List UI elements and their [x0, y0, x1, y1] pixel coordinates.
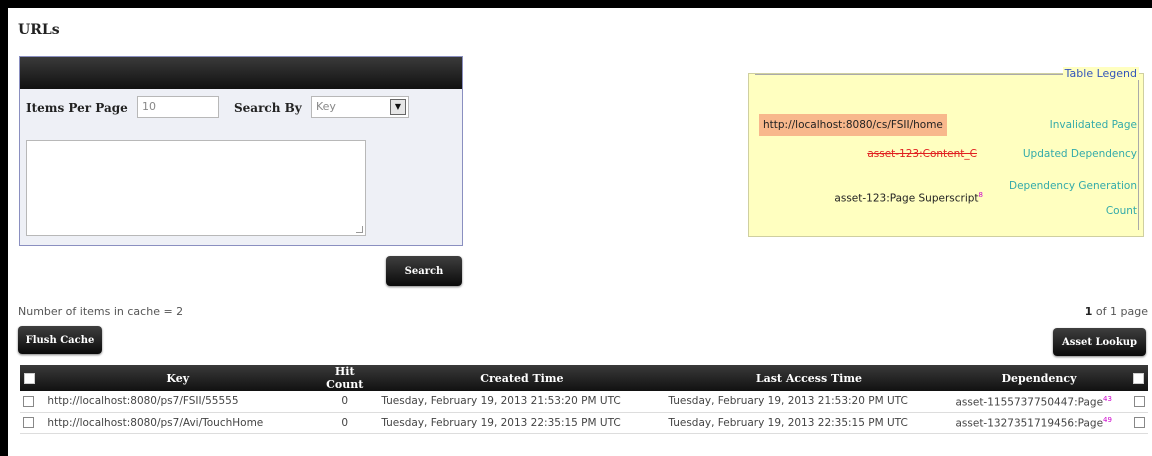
cache-panel: URLs Items Per Page 10 Search By Key ▼ S… — [8, 8, 1152, 456]
row-checkbox[interactable] — [23, 417, 34, 428]
created-cell: Tuesday, February 19, 2013 21:53:20 PM U… — [381, 395, 621, 408]
dependency-text[interactable]: asset-1155737750447:Page — [955, 396, 1103, 408]
last-access-cell: Tuesday, February 19, 2013 21:53:20 PM U… — [668, 395, 908, 408]
legend-generation-meaning-2: Count — [1105, 205, 1137, 217]
last-access-cell: Tuesday, February 19, 2013 22:35:15 PM U… — [668, 416, 908, 429]
search-by-select[interactable]: Key ▼ — [311, 96, 409, 118]
key-cell[interactable]: http://localhost:8080/ps7/Avi/TouchHome — [44, 412, 311, 433]
legend-invalidated-sample: http://localhost:8080/cs/FSII/home — [759, 114, 947, 136]
select-all-checkbox[interactable] — [24, 373, 35, 384]
row-select-right-cell — [1126, 412, 1148, 433]
row-checkbox[interactable] — [23, 395, 34, 407]
legend-generation-sample: asset-123:Page Superscript8 — [834, 191, 983, 205]
key-header[interactable]: Key — [44, 365, 311, 391]
select-all-right-checkbox[interactable] — [1133, 373, 1144, 384]
cache-table: Key Hit Count Created Time Last Access T… — [20, 365, 1148, 434]
dependency-cell: asset-1327351719456:Page49 — [952, 412, 1125, 433]
search-form-header — [20, 57, 462, 89]
resize-grip-icon[interactable] — [356, 226, 363, 233]
legend-generation-text: asset-123:Page Superscript — [834, 192, 979, 205]
table-legend: Table Legend http://localhost:8080/cs/FS… — [748, 67, 1144, 237]
dependency-cell: asset-1155737750447:Page43 — [952, 391, 1125, 412]
table-row: http://localhost:8080/ps7/FSII/55555 0 T… — [20, 391, 1148, 412]
flush-cache-button[interactable]: Flush Cache — [18, 326, 102, 354]
items-per-page-input[interactable]: 10 — [137, 96, 219, 118]
legend-title: Table Legend — [1062, 67, 1139, 80]
page-suffix: of 1 page — [1095, 305, 1148, 318]
row-select-cell — [20, 412, 44, 433]
dropdown-arrow-icon[interactable]: ▼ — [390, 99, 406, 115]
legend-updated-meaning: Updated Dependency — [1022, 148, 1137, 160]
items-per-page-label: Items Per Page — [26, 101, 128, 115]
page-title: URLs — [18, 22, 60, 38]
legend-updated-sample: asset-123:Content_C — [867, 148, 977, 160]
select-all-header — [20, 365, 44, 391]
dependency-sup: 43 — [1103, 394, 1112, 403]
row-right-checkbox[interactable] — [1134, 417, 1145, 428]
search-button[interactable]: Search — [386, 256, 462, 286]
dependency-text[interactable]: asset-1327351719456:Page — [955, 417, 1103, 429]
row-right-checkbox[interactable] — [1134, 395, 1145, 407]
dependency-sup: 49 — [1103, 415, 1112, 424]
pagination-info: 1 of 1 page — [1085, 305, 1148, 318]
legend-generation-meaning-1: Dependency Generation — [1008, 180, 1137, 192]
hit-count-header[interactable]: Hit Count — [311, 365, 378, 391]
cache-item-count: Number of items in cache = 2 — [18, 305, 184, 318]
asset-lookup-button[interactable]: Asset Lookup — [1053, 328, 1146, 356]
key-cell[interactable]: http://localhost:8080/ps7/FSII/55555 — [44, 391, 311, 412]
search-by-label: Search By — [234, 101, 302, 115]
hit-count-cell: 0 — [341, 395, 349, 408]
created-time-header[interactable]: Created Time — [378, 365, 665, 391]
search-form: Items Per Page 10 Search By Key ▼ — [19, 56, 463, 246]
dependency-header[interactable]: Dependency — [952, 365, 1125, 391]
row-select-cell — [20, 391, 44, 412]
search-by-value: Key — [316, 100, 336, 113]
select-all-right-header — [1126, 365, 1148, 391]
table-header-row: Key Hit Count Created Time Last Access T… — [20, 365, 1148, 391]
page-current: 1 — [1084, 305, 1093, 318]
legend-generation-sup: 8 — [978, 191, 983, 199]
created-cell: Tuesday, February 19, 2013 22:35:15 PM U… — [381, 416, 621, 429]
search-query-textarea[interactable] — [26, 140, 366, 236]
table-row: http://localhost:8080/ps7/Avi/TouchHome … — [20, 412, 1148, 433]
last-access-header[interactable]: Last Access Time — [665, 365, 952, 391]
hit-count-cell: 0 — [341, 416, 349, 429]
legend-invalidated-meaning: Invalidated Page — [1049, 119, 1137, 131]
row-select-right-cell — [1126, 391, 1148, 412]
